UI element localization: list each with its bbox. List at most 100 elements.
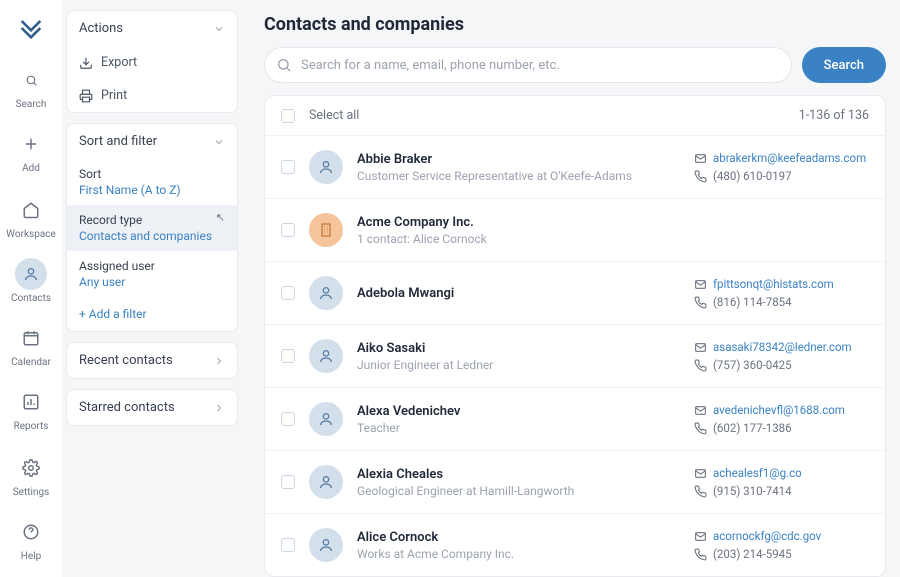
- search-input[interactable]: [264, 47, 792, 83]
- nav-label: Add: [22, 163, 40, 174]
- person-icon: [309, 465, 343, 499]
- sort-filter-card: Sort and filter Sort First Name (A to Z)…: [66, 123, 238, 332]
- list-row[interactable]: Alexa Vedenichev Teacher avedenichevfl@1…: [265, 388, 885, 451]
- nav-rail: Search Add Workspace Contacts Calendar R…: [0, 0, 62, 577]
- assigned-user-filter[interactable]: Assigned user Any user: [67, 251, 237, 297]
- nav-settings[interactable]: Settings: [0, 444, 62, 506]
- record-type-filter[interactable]: Record type Contacts and companies ↖: [67, 205, 237, 251]
- row-body: Alexia Cheales Geological Engineer at Ha…: [357, 467, 694, 498]
- row-checkbox[interactable]: [281, 349, 295, 363]
- row-email[interactable]: asasaki78342@ledner.com: [694, 340, 869, 354]
- list-row[interactable]: Aiko Sasaki Junior Engineer at Ledner as…: [265, 325, 885, 388]
- row-checkbox[interactable]: [281, 538, 295, 552]
- nav-label: Help: [21, 551, 41, 562]
- search-icon: [25, 74, 38, 87]
- nav-contacts[interactable]: Contacts: [0, 250, 62, 312]
- list-header: Select all 1-136 of 136: [265, 96, 885, 136]
- list-row[interactable]: Abbie Braker Customer Service Representa…: [265, 136, 885, 199]
- row-phone[interactable]: (757) 360-0425: [694, 358, 869, 372]
- row-phone[interactable]: (915) 310-7414: [694, 484, 869, 498]
- row-email[interactable]: abrakerkm@keefeadams.com: [694, 151, 869, 165]
- person-icon: [309, 402, 343, 436]
- phone-icon: [694, 170, 707, 183]
- mail-icon: [694, 341, 707, 354]
- building-icon: [309, 213, 343, 247]
- row-subtitle: Customer Service Representative at O'Kee…: [357, 169, 694, 183]
- list-row[interactable]: Alice Cornock Works at Acme Company Inc.…: [265, 514, 885, 577]
- row-email[interactable]: fpittsonqt@histats.com: [694, 277, 869, 291]
- actions-header[interactable]: Actions: [67, 11, 237, 46]
- row-subtitle: Works at Acme Company Inc.: [357, 547, 694, 561]
- row-email[interactable]: achealesf1@g.co: [694, 466, 869, 480]
- row-phone[interactable]: (480) 610-0197: [694, 169, 869, 183]
- search-row: Search: [264, 47, 886, 83]
- chevron-right-icon: [213, 355, 225, 367]
- row-name: Alexia Cheales: [357, 467, 694, 482]
- filter-value: Any user: [79, 275, 225, 289]
- row-subtitle: Teacher: [357, 421, 694, 435]
- starred-contacts-card[interactable]: Starred contacts: [66, 389, 238, 426]
- sort-filter[interactable]: Sort First Name (A to Z): [67, 159, 237, 205]
- select-all-label: Select all: [309, 108, 359, 123]
- row-body: Adebola Mwangi: [357, 286, 694, 301]
- row-phone[interactable]: (816) 114-7854: [694, 295, 869, 309]
- export-action[interactable]: Export: [67, 46, 237, 79]
- filter-label: Sort: [79, 167, 225, 181]
- nav-search[interactable]: Search: [0, 56, 62, 118]
- mail-icon: [694, 278, 707, 291]
- nav-calendar[interactable]: Calendar: [0, 314, 62, 376]
- row-name: Aiko Sasaki: [357, 341, 694, 356]
- row-checkbox[interactable]: [281, 223, 295, 237]
- phone-icon: [694, 485, 707, 498]
- row-email[interactable]: acornockfg@cdc.gov: [694, 529, 869, 543]
- row-name: Alice Cornock: [357, 530, 694, 545]
- row-email[interactable]: avedenichevfl@1688.com: [694, 403, 869, 417]
- starred-contacts-label: Starred contacts: [79, 400, 175, 415]
- row-phone[interactable]: (602) 177-1386: [694, 421, 869, 435]
- row-contact-info: asasaki78342@ledner.com (757) 360-0425: [694, 340, 869, 372]
- filter-label: Record type: [79, 213, 225, 227]
- phone-icon: [694, 422, 707, 435]
- page-title: Contacts and companies: [264, 14, 886, 35]
- list-row[interactable]: Acme Company Inc. 1 contact: Alice Corno…: [265, 199, 885, 262]
- nav-label: Calendar: [11, 357, 51, 368]
- recent-contacts-label: Recent contacts: [79, 353, 173, 368]
- contact-list: Select all 1-136 of 136 Abbie Braker Cus…: [264, 95, 886, 577]
- chevron-down-icon: [213, 136, 225, 148]
- row-checkbox[interactable]: [281, 160, 295, 174]
- row-checkbox[interactable]: [281, 286, 295, 300]
- result-count: 1-136 of 136: [799, 108, 869, 123]
- nav-label: Settings: [13, 487, 50, 498]
- row-contact-info: avedenichevfl@1688.com (602) 177-1386: [694, 403, 869, 435]
- row-checkbox[interactable]: [281, 412, 295, 426]
- home-icon: [22, 201, 40, 219]
- chevron-right-icon: [213, 402, 225, 414]
- nav-reports[interactable]: Reports: [0, 378, 62, 440]
- plus-icon: [22, 135, 40, 153]
- nav-add[interactable]: Add: [0, 120, 62, 182]
- row-body: Abbie Braker Customer Service Representa…: [357, 152, 694, 183]
- nav-workspace[interactable]: Workspace: [0, 186, 62, 248]
- nav-label: Search: [16, 99, 47, 110]
- gear-icon: [22, 459, 40, 477]
- help-icon: [22, 523, 40, 541]
- cursor-icon: ↖: [216, 211, 225, 224]
- row-body: Alexa Vedenichev Teacher: [357, 404, 694, 435]
- add-filter-button[interactable]: + Add a filter: [67, 297, 237, 331]
- print-action[interactable]: Print: [67, 79, 237, 112]
- list-row[interactable]: Alexia Cheales Geological Engineer at Ha…: [265, 451, 885, 514]
- nav-help[interactable]: Help: [0, 508, 62, 570]
- row-phone[interactable]: (203) 214-5945: [694, 547, 869, 561]
- search-button[interactable]: Search: [802, 47, 886, 83]
- recent-contacts-card[interactable]: Recent contacts: [66, 342, 238, 379]
- phone-icon: [694, 548, 707, 561]
- row-contact-info: fpittsonqt@histats.com (816) 114-7854: [694, 277, 869, 309]
- row-name: Alexa Vedenichev: [357, 404, 694, 419]
- sort-filter-header[interactable]: Sort and filter: [67, 124, 237, 159]
- list-row[interactable]: Adebola Mwangi fpittsonqt@histats.com (8…: [265, 262, 885, 325]
- phone-icon: [694, 359, 707, 372]
- chart-icon: [22, 393, 40, 411]
- select-all-checkbox[interactable]: [281, 109, 295, 123]
- row-checkbox[interactable]: [281, 475, 295, 489]
- person-icon: [309, 528, 343, 562]
